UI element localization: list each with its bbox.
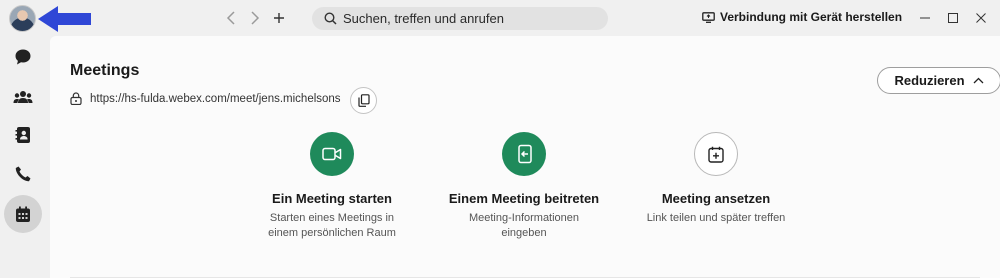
start-meeting-desc: Starten eines Meetings in einem persönli… bbox=[268, 212, 396, 239]
schedule-meeting-button[interactable] bbox=[694, 132, 738, 176]
schedule-meeting-label: Meeting ansetzen bbox=[661, 191, 771, 206]
maximize-icon[interactable] bbox=[944, 9, 962, 27]
search-icon bbox=[324, 12, 337, 25]
search-placeholder: Suchen, treffen und anrufen bbox=[343, 11, 504, 26]
minimize-icon[interactable] bbox=[916, 9, 934, 27]
connect-label: Verbindung mit Gerät herstellen bbox=[720, 10, 903, 24]
search-input[interactable]: Suchen, treffen und anrufen bbox=[312, 7, 608, 30]
reduce-button[interactable]: Reduzieren bbox=[877, 67, 1000, 94]
meetings-panel: Meetings https://hs-fulda.webex.com/meet… bbox=[50, 36, 1000, 278]
sidebar-item-messaging[interactable] bbox=[4, 38, 42, 76]
forward-arrow-icon[interactable] bbox=[244, 8, 266, 28]
start-meeting-button[interactable] bbox=[310, 132, 354, 176]
join-meeting-desc: Meeting-Informationen eingeben bbox=[468, 212, 580, 239]
people-icon bbox=[13, 91, 33, 103]
video-camera-icon bbox=[322, 147, 342, 161]
annotation-arrow-icon bbox=[38, 6, 91, 32]
reduce-label: Reduzieren bbox=[894, 73, 965, 88]
start-meeting-action[interactable]: Ein Meeting starten Starten eines Meetin… bbox=[232, 132, 432, 241]
join-meeting-label: Einem Meeting beitreten bbox=[448, 191, 600, 206]
page-title: Meetings bbox=[70, 62, 140, 79]
start-meeting-label: Ein Meeting starten bbox=[272, 191, 392, 206]
calendar-add-icon bbox=[708, 146, 724, 163]
device-icon bbox=[702, 11, 715, 23]
join-door-icon bbox=[518, 144, 532, 164]
sidebar-item-calling[interactable] bbox=[4, 155, 42, 193]
sidebar-item-teams[interactable] bbox=[4, 78, 42, 116]
join-meeting-action[interactable]: Einem Meeting beitreten Meeting-Informat… bbox=[424, 132, 624, 241]
copy-link-button[interactable] bbox=[350, 87, 377, 114]
back-arrow-icon[interactable] bbox=[220, 8, 242, 28]
connect-device-button[interactable]: Verbindung mit Gerät herstellen bbox=[702, 10, 902, 24]
calendar-icon bbox=[16, 206, 30, 222]
sidebar-item-contacts[interactable] bbox=[4, 116, 42, 154]
copy-icon bbox=[357, 94, 370, 107]
join-meeting-button[interactable] bbox=[502, 132, 546, 176]
chevron-up-icon bbox=[973, 77, 983, 84]
plus-icon[interactable] bbox=[268, 8, 290, 28]
personal-room-link: https://hs-fulda.webex.com/meet/jens.mic… bbox=[70, 92, 341, 105]
schedule-meeting-action[interactable]: Meeting ansetzen Link teilen und später … bbox=[616, 132, 816, 226]
title-bar: Suchen, treffen und anrufen Verbindung m… bbox=[0, 0, 1000, 36]
meeting-url[interactable]: https://hs-fulda.webex.com/meet/jens.mic… bbox=[90, 93, 341, 105]
contacts-icon bbox=[15, 127, 30, 143]
sidebar-item-meetings[interactable] bbox=[4, 195, 42, 233]
close-icon[interactable] bbox=[972, 9, 990, 27]
chat-bubble-icon bbox=[15, 49, 31, 65]
schedule-meeting-desc: Link teilen und später treffen bbox=[646, 212, 786, 224]
phone-icon bbox=[15, 166, 31, 182]
sidebar bbox=[0, 36, 50, 278]
lock-icon bbox=[70, 92, 82, 105]
avatar[interactable] bbox=[9, 5, 36, 32]
